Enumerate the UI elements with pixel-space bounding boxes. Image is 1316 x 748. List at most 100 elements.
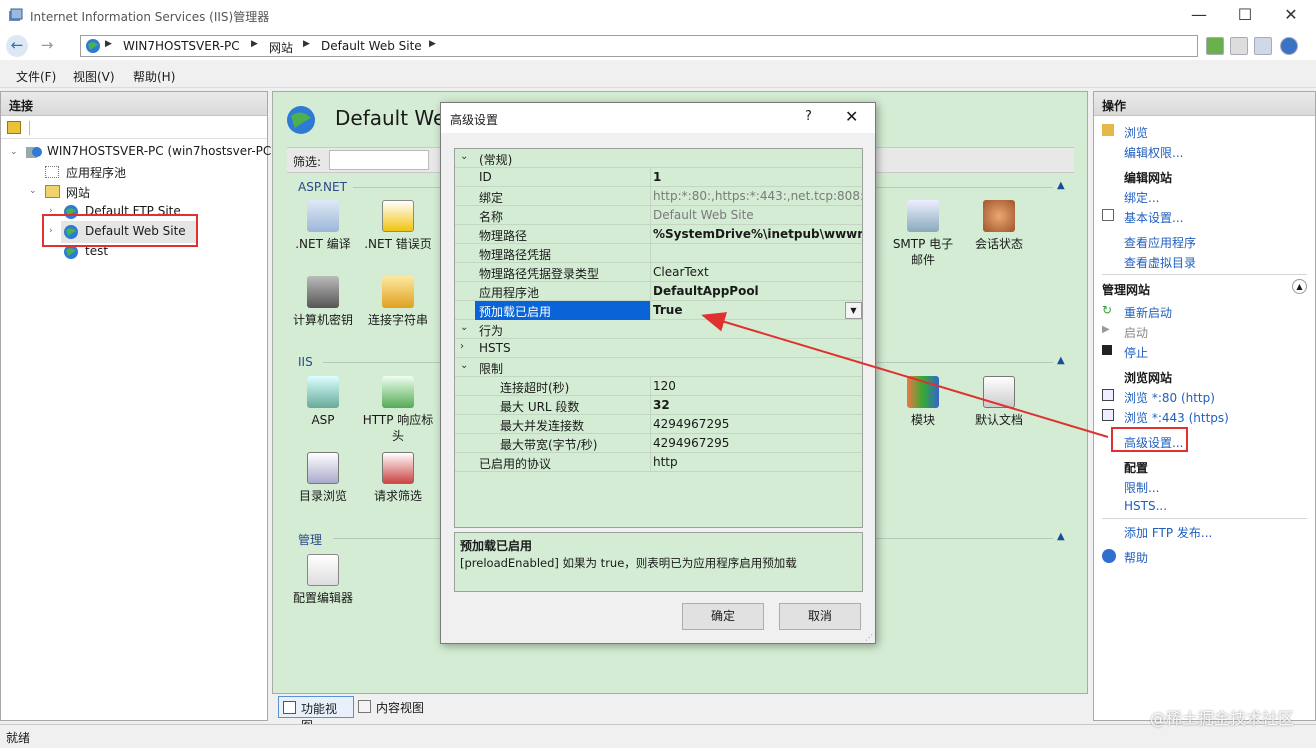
property-row[interactable]: 应用程序池 DefaultAppPool	[455, 282, 862, 301]
feature-machine-key[interactable]: 计算机密钥	[283, 276, 363, 328]
action-view-applications[interactable]: 查看应用程序	[1124, 234, 1196, 251]
property-category[interactable]: ⌄ 限制	[455, 358, 862, 377]
chevron-down-icon[interactable]: ⌄	[29, 186, 37, 196]
property-row[interactable]: 预加载已启用 True ▼	[455, 301, 862, 320]
feature-net-error[interactable]: .NET 错误页	[358, 200, 438, 252]
property-row[interactable]: 物理路径凭据登录类型 ClearText	[455, 263, 862, 282]
property-value[interactable]: DefaultAppPool	[653, 284, 862, 298]
close-button[interactable]: ✕	[1268, 0, 1314, 32]
connect-icon[interactable]	[7, 121, 21, 134]
property-row[interactable]: 物理路径凭据	[455, 244, 862, 263]
feature-asp[interactable]: ASP	[283, 376, 363, 428]
collapse-icon[interactable]: ▲	[1057, 355, 1065, 366]
feature-http-headers[interactable]: HTTP 响应标 头	[358, 376, 438, 444]
action-restart[interactable]: 重新启动	[1124, 304, 1172, 321]
tab-features-view[interactable]: 功能视图	[278, 696, 354, 733]
tree-sites[interactable]: 网站	[66, 184, 90, 201]
tree-app-pools[interactable]: 应用程序池	[66, 164, 126, 181]
stop-icon[interactable]	[1230, 37, 1248, 55]
feature-dir-browse[interactable]: 目录浏览	[283, 452, 363, 504]
action-browse-443[interactable]: 浏览 *:443 (https)	[1124, 409, 1229, 426]
action-start[interactable]: 启动	[1124, 324, 1148, 341]
breadcrumb-server[interactable]: WIN7HOSTSVER-PC	[123, 39, 240, 53]
property-value[interactable]: Default Web Site	[653, 208, 862, 222]
forward-button[interactable]: →	[36, 35, 58, 57]
feature-default-doc[interactable]: 默认文档	[959, 376, 1039, 428]
property-row[interactable]: 连接超时(秒) 120	[455, 377, 862, 396]
action-edit-permissions[interactable]: 编辑权限...	[1124, 144, 1183, 161]
property-row[interactable]: 名称 Default Web Site	[455, 206, 862, 225]
action-bindings[interactable]: 绑定...	[1124, 189, 1159, 206]
collapse-icon[interactable]: ▲	[1292, 279, 1307, 294]
dialog-close-button[interactable]: ✕	[845, 107, 858, 126]
property-name: (常规)	[479, 153, 513, 167]
property-value[interactable]: 4294967295	[653, 436, 862, 450]
menu-view[interactable]: 视图(V)	[73, 68, 115, 85]
chevron-down-icon[interactable]: ⌄	[460, 360, 468, 371]
back-button[interactable]: ←	[6, 35, 28, 57]
home-icon[interactable]	[1254, 37, 1272, 55]
property-value[interactable]: %SystemDrive%\inetpub\wwwroo	[653, 227, 862, 241]
property-value[interactable]: True	[653, 303, 862, 317]
asp-icon	[307, 376, 339, 408]
property-value[interactable]: http:*:80:,https:*:443:,net.tcp:808:*,ne	[653, 189, 862, 203]
minimize-button[interactable]: —	[1176, 0, 1222, 32]
property-category[interactable]: › HSTS	[455, 339, 862, 358]
property-row[interactable]: 已启用的协议 http	[455, 453, 862, 472]
action-browse-80[interactable]: 浏览 *:80 (http)	[1124, 389, 1215, 406]
collapse-icon[interactable]: ▲	[1057, 531, 1065, 542]
chevron-down-icon[interactable]: ⌄	[460, 322, 468, 333]
property-value[interactable]: 120	[653, 379, 862, 393]
tree-server[interactable]: WIN7HOSTSVER-PC (win7hostsver-PC	[47, 144, 271, 158]
tab-content-view[interactable]: 内容视图	[354, 696, 438, 718]
menu-file[interactable]: 文件(F)	[16, 68, 56, 85]
property-value[interactable]: http	[653, 455, 862, 469]
property-value[interactable]: 1	[653, 170, 862, 184]
action-stop[interactable]: 停止	[1124, 344, 1148, 361]
resize-grip-icon[interactable]: ⋰	[865, 633, 873, 642]
refresh-icon[interactable]	[1206, 37, 1224, 55]
action-help[interactable]: 帮助	[1124, 549, 1148, 566]
dropdown-button[interactable]: ▼	[845, 302, 862, 319]
property-value[interactable]: 4294967295	[653, 417, 862, 431]
help-icon[interactable]	[1280, 37, 1298, 55]
feature-smtp[interactable]: SMTP 电子 邮件	[883, 200, 963, 268]
feature-net-compile[interactable]: .NET 编译	[283, 200, 363, 252]
address-bar[interactable]: ▶ WIN7HOSTSVER-PC ▶ 网站 ▶ Default Web Sit…	[80, 35, 1198, 57]
action-limits[interactable]: 限制...	[1124, 479, 1159, 496]
breadcrumb-sites[interactable]: 网站	[269, 39, 293, 56]
action-add-ftp[interactable]: 添加 FTP 发布...	[1124, 524, 1212, 541]
chevron-down-icon[interactable]: ⌄	[460, 151, 468, 162]
ok-button[interactable]: 确定	[682, 603, 764, 630]
property-row[interactable]: 最大带宽(字节/秒) 4294967295	[455, 434, 862, 453]
filter-input[interactable]	[329, 150, 429, 170]
property-row[interactable]: 最大并发连接数 4294967295	[455, 415, 862, 434]
feature-config-editor[interactable]: 配置编辑器	[283, 554, 363, 606]
action-view-virtual-dirs[interactable]: 查看虚拟目录	[1124, 254, 1196, 271]
feature-conn-string[interactable]: 连接字符串	[358, 276, 438, 328]
property-value[interactable]: ClearText	[653, 265, 862, 279]
chevron-right-icon[interactable]: ›	[460, 341, 464, 352]
cancel-button[interactable]: 取消	[779, 603, 861, 630]
chevron-down-icon[interactable]: ⌄	[10, 147, 18, 157]
property-value[interactable]: 32	[653, 398, 862, 412]
property-row[interactable]: ID 1	[455, 168, 862, 187]
advanced-settings-dialog: 高级设置 ? ✕ ⌄ (常规) ID 1 绑定 http:*:80:,https:*:44…	[440, 102, 876, 644]
menu-help[interactable]: 帮助(H)	[133, 68, 175, 85]
property-row[interactable]: 绑定 http:*:80:,https:*:443:,net.tcp:808:*,…	[455, 187, 862, 206]
action-basic-settings[interactable]: 基本设置...	[1124, 209, 1183, 226]
property-row[interactable]: 最大 URL 段数 32	[455, 396, 862, 415]
feature-req-filter[interactable]: 请求筛选	[358, 452, 438, 504]
maximize-button[interactable]: ☐	[1222, 0, 1268, 32]
iis-app-icon	[9, 8, 23, 21]
feature-session-state[interactable]: 会话状态	[959, 200, 1039, 252]
property-category[interactable]: ⌄ 行为	[455, 320, 862, 339]
breadcrumb-site[interactable]: Default Web Site	[321, 39, 422, 53]
action-browse[interactable]: 浏览	[1124, 124, 1148, 141]
feature-modules[interactable]: 模块	[883, 376, 963, 428]
dialog-help-button[interactable]: ?	[805, 109, 812, 124]
action-hsts[interactable]: HSTS...	[1124, 499, 1167, 513]
collapse-icon[interactable]: ▲	[1057, 180, 1065, 191]
property-category[interactable]: ⌄ (常规)	[455, 149, 862, 168]
property-row[interactable]: 物理路径 %SystemDrive%\inetpub\wwwroo	[455, 225, 862, 244]
